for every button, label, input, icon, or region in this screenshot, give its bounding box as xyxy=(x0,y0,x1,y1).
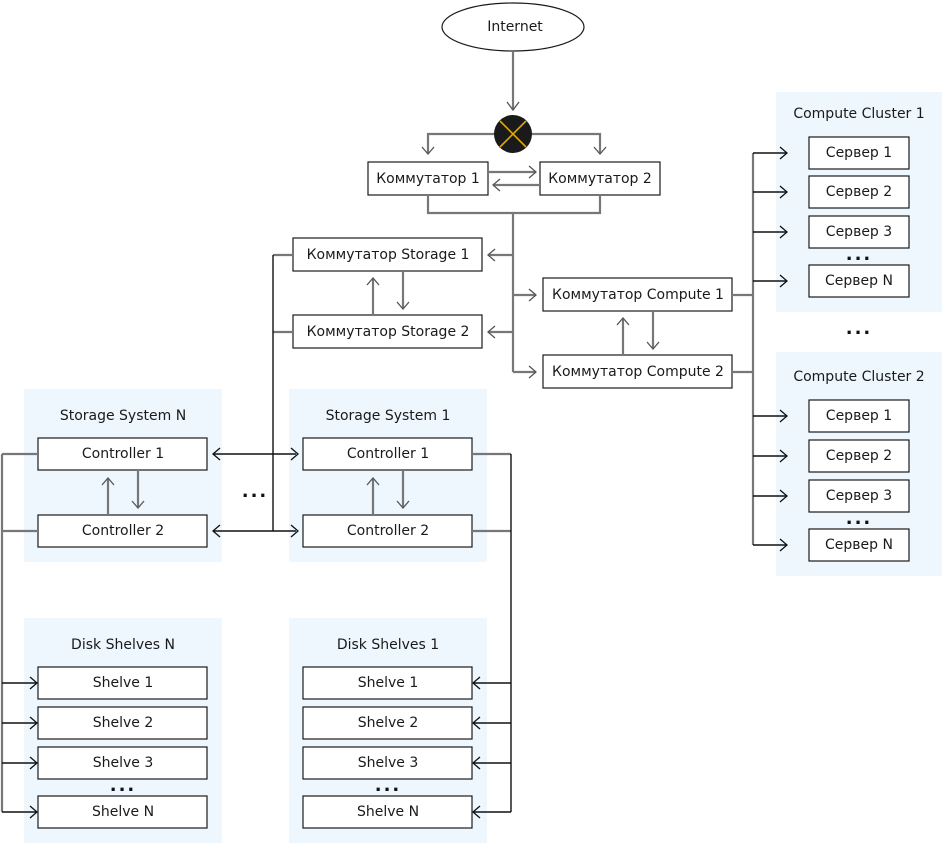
ssn-controller-1-label: Controller 1 xyxy=(82,446,164,462)
switch-storage-1-label: Коммутатор Storage 1 xyxy=(307,247,470,263)
dsn-shelve-1-label: Shelve 1 xyxy=(93,675,154,691)
switch-storage-2-label: Коммутатор Storage 2 xyxy=(307,324,470,340)
dsn-ellipsis: ... xyxy=(110,775,137,796)
cc2-server-n-label: Сервер N xyxy=(825,537,893,553)
disk-shelves-1-title: Disk Shelves 1 xyxy=(337,637,439,653)
cc1-server-3-label: Сервер 3 xyxy=(826,224,892,240)
compute-cluster-1-title: Compute Cluster 1 xyxy=(793,106,924,122)
ds1-shelve-1-label: Shelve 1 xyxy=(358,675,419,691)
switch-compute-2-label: Коммутатор Compute 2 xyxy=(552,364,724,380)
switch-compute-1-label: Коммутатор Compute 1 xyxy=(552,287,724,303)
cc2-server-2-label: Сервер 2 xyxy=(826,448,892,464)
router-icon xyxy=(494,115,532,153)
ss1-controller-2-label: Controller 2 xyxy=(347,523,429,539)
internet-label: Internet xyxy=(487,19,543,35)
ssn-controller-2-label: Controller 2 xyxy=(82,523,164,539)
cc2-server-1-label: Сервер 1 xyxy=(826,408,892,424)
storage-ellipsis: ... xyxy=(242,481,269,502)
dsn-shelve-2-label: Shelve 2 xyxy=(93,715,154,731)
ss1-controller-1-label: Controller 1 xyxy=(347,446,429,462)
switch-core-1-label: Коммутатор 1 xyxy=(376,171,480,187)
ds1-shelve-2-label: Shelve 2 xyxy=(358,715,419,731)
storage-system-n-title: Storage System N xyxy=(60,408,186,424)
cc1-server-n-label: Сервер N xyxy=(825,273,893,289)
infrastructure-diagram: Internet Коммутатор 1 Коммутатор 2 Комму… xyxy=(0,2,942,843)
cc1-server-2-label: Сервер 2 xyxy=(826,184,892,200)
ds1-ellipsis: ... xyxy=(375,775,402,796)
switch-core-2-label: Коммутатор 2 xyxy=(548,171,652,187)
dsn-shelve-3-label: Shelve 3 xyxy=(93,755,154,771)
cc2-server-3-label: Сервер 3 xyxy=(826,488,892,504)
dsn-shelve-n-label: Shelve N xyxy=(92,804,154,820)
cc1-server-1-label: Сервер 1 xyxy=(826,145,892,161)
compute-cluster-2-title: Compute Cluster 2 xyxy=(793,369,924,385)
storage-system-1-title: Storage System 1 xyxy=(326,408,451,424)
ds1-shelve-3-label: Shelve 3 xyxy=(358,755,419,771)
cc1-ellipsis: ... xyxy=(846,244,873,265)
disk-shelves-n-title: Disk Shelves N xyxy=(71,637,175,653)
ds1-shelve-n-label: Shelve N xyxy=(357,804,419,820)
cc2-ellipsis: ... xyxy=(846,508,873,529)
clusters-ellipsis: ... xyxy=(846,318,873,339)
